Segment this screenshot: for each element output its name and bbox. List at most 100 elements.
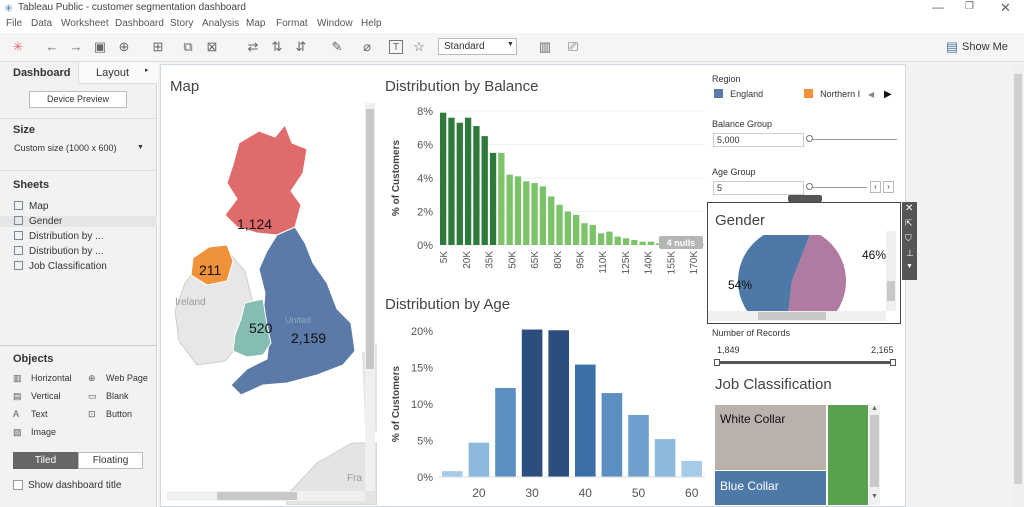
object-vertical[interactable]: ▤ Vertical [13,391,61,402]
save-icon[interactable]: ▣ [93,40,107,54]
menu-help[interactable]: Help [361,18,382,29]
records-handle-min[interactable] [714,359,720,366]
filter-icon[interactable]: ⛉ [905,233,912,244]
tab-layout[interactable]: Layout ▸ [78,62,157,84]
menu-window[interactable]: Window [317,18,353,29]
gender-vertical-scrollbar[interactable] [886,231,896,311]
tab-dashboard[interactable]: Dashboard [0,62,78,84]
sort-asc-icon[interactable]: ⇅ [270,40,284,54]
attach-icon[interactable]: ⌀ [360,40,374,54]
show-title-checkbox[interactable] [13,480,23,490]
floating-toggle[interactable]: Floating [78,452,143,469]
pin-icon[interactable]: ⊥ [906,248,914,259]
menu-analysis[interactable]: Analysis [202,18,239,29]
balance-group-slider[interactable] [809,139,897,140]
records-range-slider[interactable] [717,361,893,364]
scroll-up-icon[interactable]: ▲ [871,405,878,412]
map-horizontal-scrollbar[interactable] [167,491,365,501]
new-sheet-icon[interactable]: ⊞ [151,40,165,54]
gender-drag-handle[interactable] [788,195,822,202]
tiled-toggle[interactable]: Tiled [13,452,78,469]
menu-story[interactable]: Story [170,18,193,29]
object-web-page[interactable]: ⊕ Web Page [88,373,148,384]
undo-icon[interactable]: ← [45,40,59,54]
map-view[interactable]: 1,124 211 520 2,159 Ireland United Fra [167,103,377,505]
redo-icon[interactable]: → [69,40,83,54]
object-horizontal[interactable]: ▥ Horizontal [13,373,72,384]
object-blank[interactable]: ▭ Blank [88,391,129,402]
job-treemap[interactable]: White Collar Blue Collar ▲ ▼ [715,405,881,505]
text-icon: A [13,409,20,419]
go-to-sheet-icon[interactable]: ⇱ [905,218,913,229]
gender-panel[interactable]: Gender 54% 46% [707,195,901,324]
age-group-handle[interactable] [806,183,813,190]
sheet-item-balance[interactable]: Distribution by ... [14,231,103,242]
gender-scroll-thumb[interactable] [887,281,895,301]
canvas-scroll-thumb[interactable] [1014,74,1022,484]
sort-desc-icon[interactable]: ⇵ [294,40,308,54]
presentation-icon[interactable]: ⎚ [566,40,580,54]
balance-chart[interactable]: 8% 6% 4% 2% 0% % of Customers 5K 20K 35K 50K 65K 80… [383,99,713,299]
map-scroll-thumb[interactable] [366,109,374,369]
region-legend-ni[interactable]: Northern I [804,88,860,100]
map-label-wales: 520 [249,320,273,336]
scroll-down-icon[interactable]: ▼ [871,493,878,500]
new-datasource-icon[interactable]: ⊕ [117,40,131,54]
pin-icon[interactable]: ☆ [412,40,426,54]
age-group-slider[interactable] [809,187,867,188]
gender-hscroll-thumb[interactable] [758,312,826,320]
menu-file[interactable]: File [6,18,22,29]
cards-icon[interactable]: ▥ [538,40,552,54]
clear-sheet-icon[interactable]: ⊠ [205,40,219,54]
map-hscroll-thumb[interactable] [217,492,297,500]
size-dropdown[interactable]: Custom size (1000 x 600) [14,143,117,153]
tab-menu-icon[interactable]: ▸ [145,66,149,74]
highlight-icon[interactable]: ✎ [330,40,344,54]
job-vertical-scrollbar[interactable]: ▲ ▼ [869,405,880,505]
tableau-home-icon[interactable]: ✳ [11,40,25,54]
object-text[interactable]: A Text [13,409,48,419]
legend-next-icon[interactable]: ▶ [884,89,892,100]
close-window-icon[interactable]: ✕ [1000,0,1011,16]
map-vertical-scrollbar[interactable] [365,103,375,491]
treemap-blue-collar[interactable]: Blue Collar [715,471,827,505]
labels-icon[interactable]: T [389,40,403,54]
treemap-white-collar[interactable]: White Collar [715,405,827,471]
object-button[interactable]: ⊡ Button [88,409,132,420]
treemap-other[interactable] [828,405,868,505]
age-group-input[interactable]: 5 [713,181,804,195]
balance-group-input[interactable]: 5,000 [713,133,804,147]
menu-dashboard[interactable]: Dashboard [115,18,164,29]
gender-horizontal-scrollbar[interactable] [708,311,886,321]
age-chart[interactable]: 20% 15% 10% 5% 0% % of Customers 20 30 40 50 60 [383,315,713,505]
fit-dropdown[interactable]: Standard ▼ [438,38,517,55]
menu-data[interactable]: Data [31,18,52,29]
records-handle-max[interactable] [890,359,896,366]
sheet-item-job[interactable]: Job Classification [14,261,107,272]
remove-icon[interactable]: ✕ [905,203,913,214]
more-options-icon[interactable]: ▼ [906,263,913,270]
sheet-item-gender[interactable]: Gender [0,216,157,227]
age-step-prev-icon[interactable]: ‹ [870,181,881,193]
minimize-icon[interactable]: — [932,0,944,14]
divider [0,345,157,346]
map-title: Map [170,78,200,95]
age-step-next-icon[interactable]: › [883,181,894,193]
restore-icon[interactable]: ❐ [965,1,974,12]
object-image[interactable]: ▨ Image [13,427,56,438]
legend-prev-icon[interactable]: ◀ [868,90,874,99]
swap-icon[interactable]: ⇄ [246,40,260,54]
canvas-vertical-scrollbar[interactable] [1013,64,1023,507]
menu-map[interactable]: Map [246,18,265,29]
balance-group-handle[interactable] [806,135,813,142]
sheet-label: Gender [29,216,63,227]
job-scroll-thumb[interactable] [870,415,879,487]
duplicate-icon[interactable]: ⧉ [181,40,195,54]
region-legend-england[interactable]: England [714,88,763,100]
show-me-button[interactable]: Show Me [962,41,1008,53]
menu-worksheet[interactable]: Worksheet [61,18,109,29]
device-preview-button[interactable]: Device Preview [29,91,127,108]
menu-format[interactable]: Format [276,18,308,29]
sheet-item-map[interactable]: Map [14,201,48,212]
sheet-item-age[interactable]: Distribution by ... [14,246,103,257]
